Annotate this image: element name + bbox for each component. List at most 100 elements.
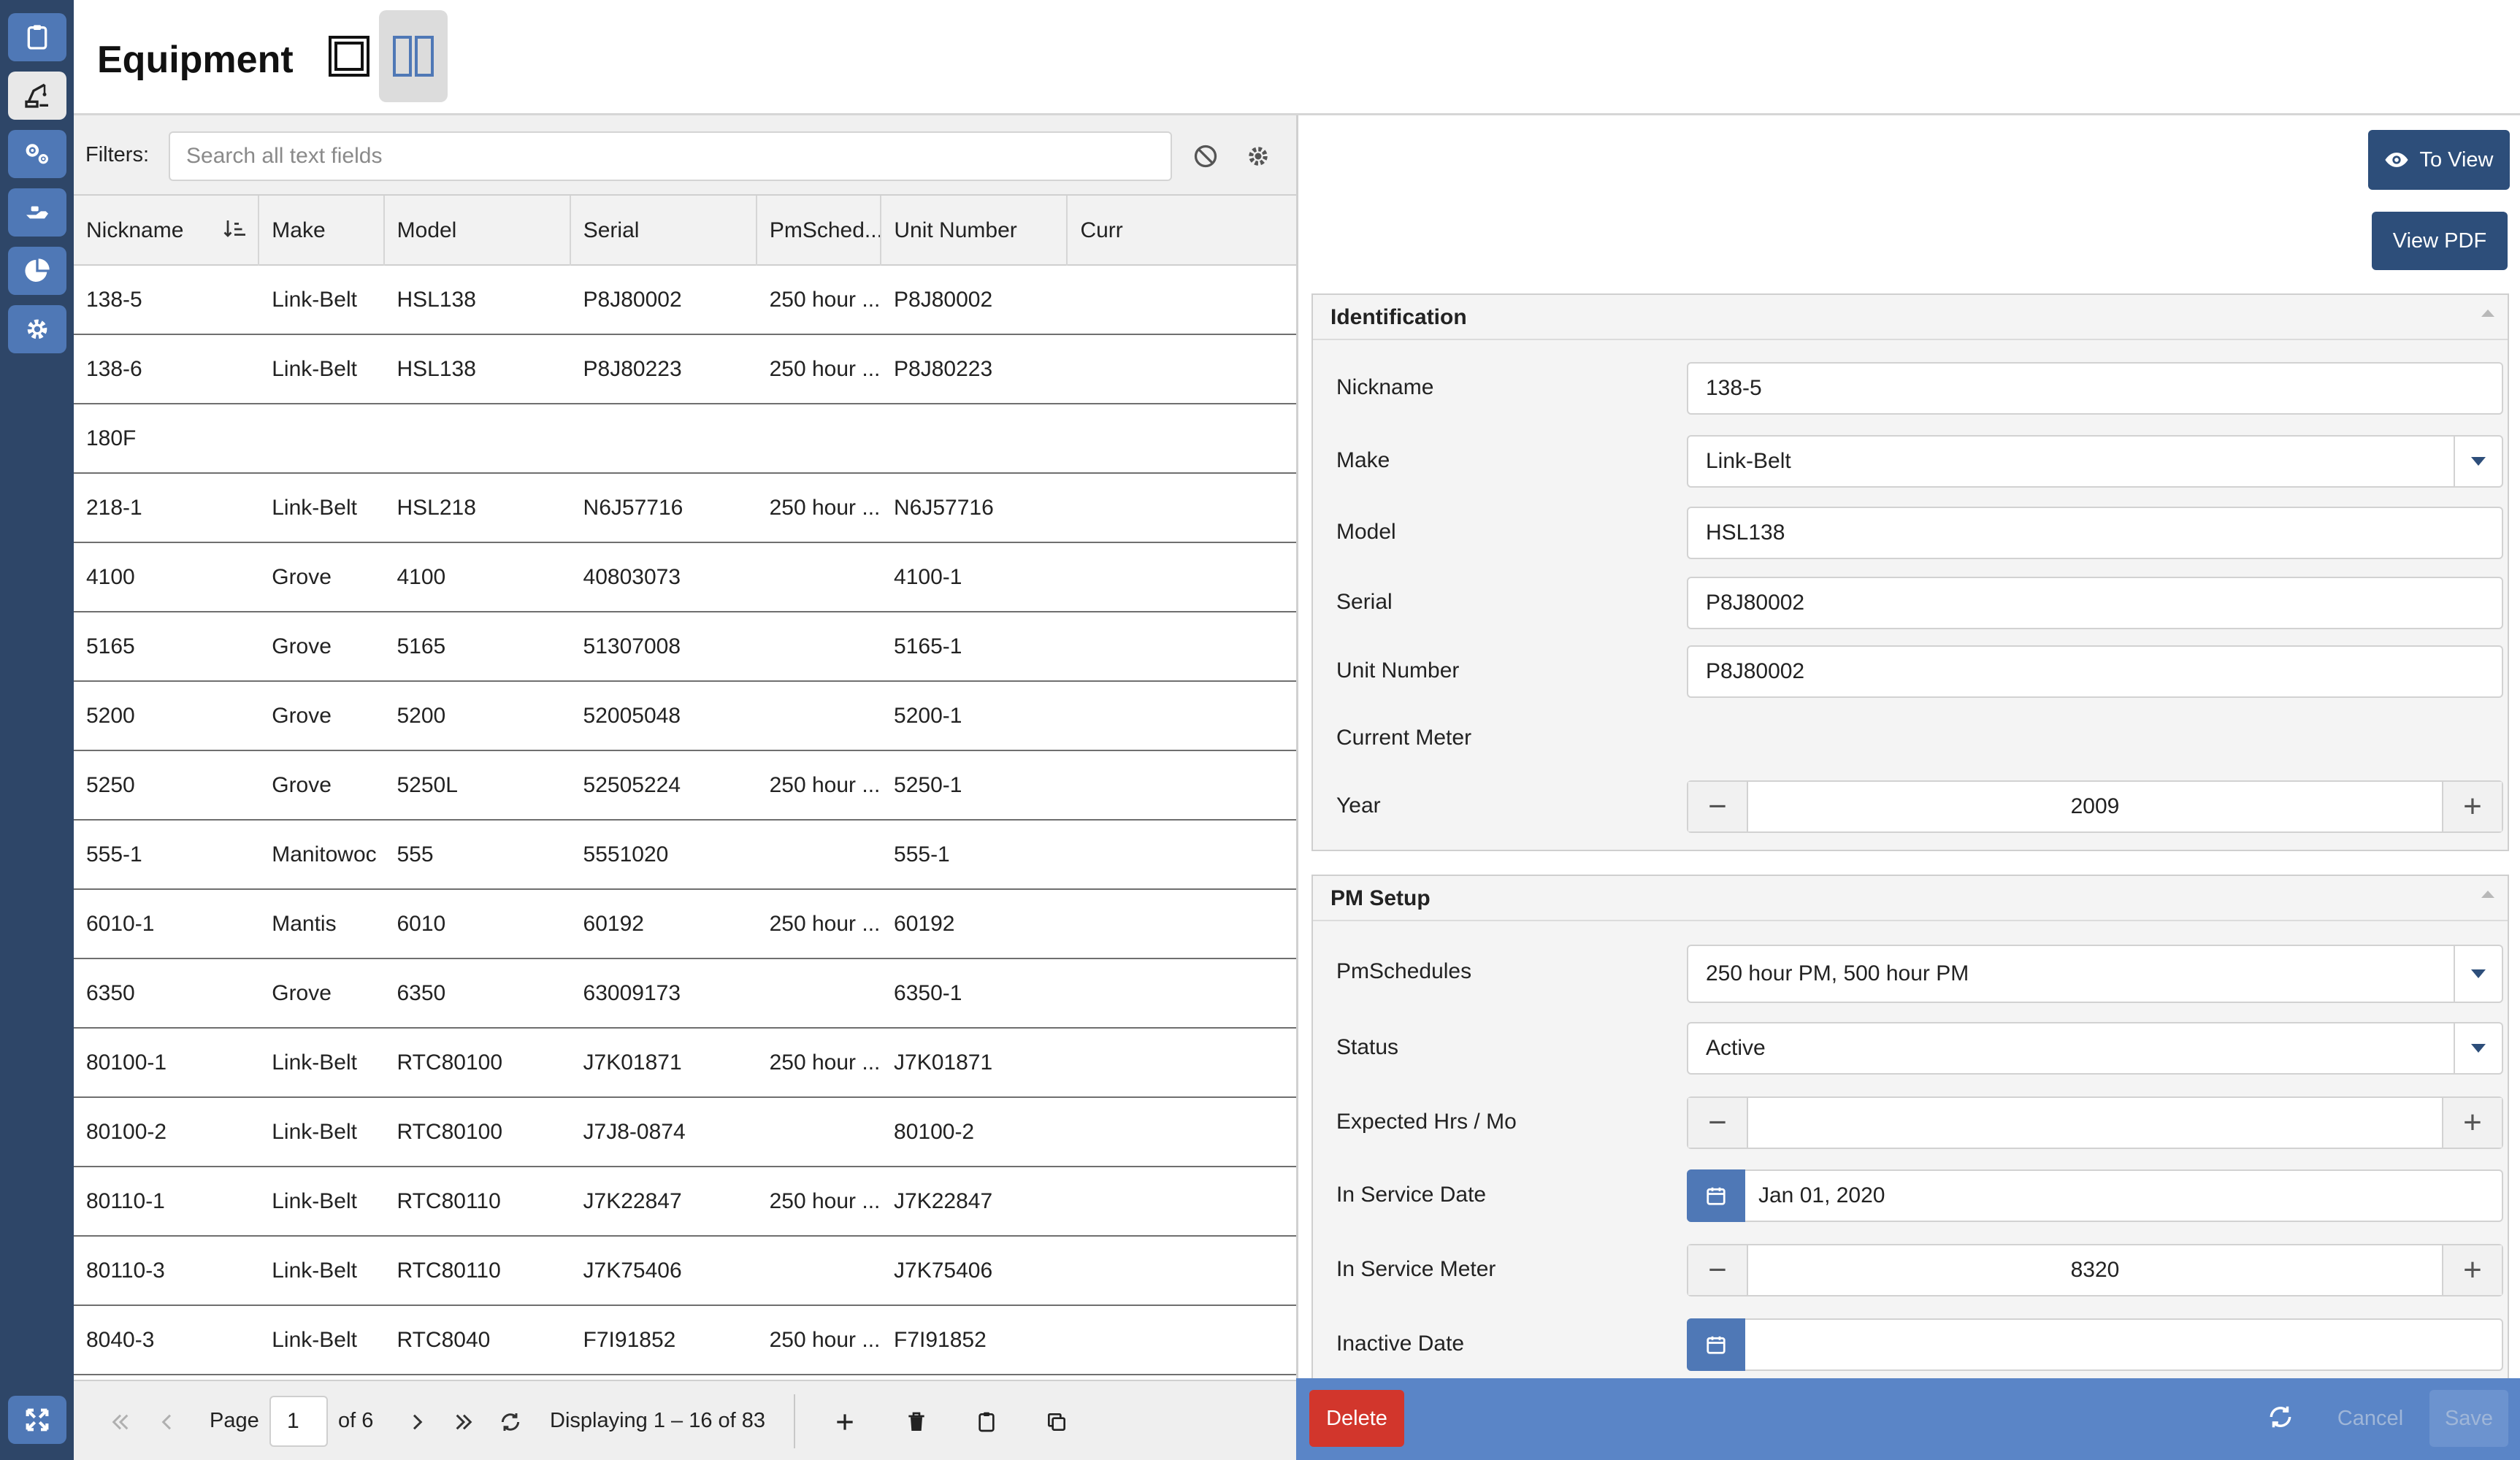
column-header-make[interactable]: Make [259,196,385,266]
copy-record-button[interactable] [1042,1407,1071,1437]
cell-unit-number: 5250-1 [894,773,962,797]
in-service-meter-increment-button[interactable]: + [2442,1245,2502,1295]
split-view-button[interactable] [379,10,448,102]
serial-field[interactable]: P8J80002 [1687,577,2503,629]
column-header-model[interactable]: Model [385,196,571,266]
prev-page-button[interactable] [153,1407,182,1437]
cell-pmschedules: 250 hour ... [769,773,881,797]
column-header-unit-number[interactable]: Unit Number [881,196,1068,266]
table-row[interactable]: 6010-1 Mantis 6010 60192 250 hour ... 60192 [74,890,1296,959]
table-row[interactable]: 80100-2 Link-Belt RTC80100 J7J8-0874 80100-2 [74,1098,1296,1167]
page-count-label: of 6 [338,1409,374,1432]
settings-icon [27,319,47,339]
table-row[interactable]: 8040-3 Link-Belt RTC8040 F7I91852 250 hour .… [74,1306,1296,1375]
table-row[interactable]: 80110-3 Link-Belt RTC80110 J7K75406 J7K75406 [74,1237,1296,1306]
cell-unit-number: 5165-1 [894,634,962,658]
view-pdf-button[interactable]: View PDF [2372,212,2508,270]
save-button[interactable]: Save [2429,1390,2508,1447]
next-page-button[interactable] [402,1407,432,1437]
table-row[interactable]: 218-1 Link-Belt HSL218 N6J57716 250 hour ...… [74,474,1296,543]
in-service-meter-value[interactable]: 8320 [1748,1245,2442,1295]
status-select[interactable]: Active [1687,1022,2503,1075]
model-label: Model [1336,520,1396,544]
nickname-field[interactable]: 138-5 [1687,362,2503,415]
unit-number-field[interactable]: P8J80002 [1687,645,2503,698]
in-service-date-picker-button[interactable] [1687,1169,1745,1222]
rail-gears-button[interactable] [8,130,66,178]
inactive-date-picker-button[interactable] [1687,1318,1745,1371]
make-dropdown-button[interactable] [2454,437,2502,486]
year-value[interactable]: 2009 [1748,782,2442,831]
model-field[interactable]: HSL138 [1687,507,2503,559]
table-row[interactable]: 6350 Grove 6350 63009173 6350-1 [74,959,1296,1029]
table-row[interactable]: 80110-1 Link-Belt RTC80110 J7K22847 250 hour… [74,1167,1296,1237]
table-row[interactable]: 5250 Grove 5250L 52505224 250 hour ... 5250-1 [74,751,1296,821]
clipboard-button[interactable] [972,1407,1001,1437]
collapse-caret-icon[interactable] [2481,310,2494,317]
collapse-caret-icon[interactable] [2481,891,2494,898]
pmschedules-dropdown-button[interactable] [2454,946,2502,1002]
crane-icon [25,83,48,108]
in-service-meter-stepper: − 8320 + [1687,1244,2503,1296]
refresh-icon [2270,1406,2291,1428]
cancel-button[interactable]: Cancel [2324,1390,2416,1447]
year-increment-button[interactable]: + [2442,782,2502,831]
column-header-current-meter[interactable]: Curr [1068,196,1296,266]
make-select[interactable]: Link-Belt [1687,435,2503,488]
refresh-grid-button[interactable] [496,1407,525,1437]
in-service-date-field[interactable]: Jan 01, 2020 [1687,1169,2503,1222]
rail-clipboard-button[interactable] [8,13,66,61]
cell-model: HSL138 [397,288,476,312]
column-header-serial[interactable]: Serial [571,196,757,266]
table-row[interactable]: 138-6 Link-Belt HSL138 P8J80223 250 hour ...… [74,335,1296,404]
single-view-button[interactable] [315,10,383,102]
last-page-button[interactable] [449,1407,478,1437]
cell-current-meter [1068,959,1296,1027]
cell-nickname: 8040-3 [86,1328,155,1352]
table-row[interactable]: 138-5 Link-Belt HSL138 P8J80002 250 hour ...… [74,266,1296,335]
table-row[interactable]: 180F [74,404,1296,474]
inactive-date-field[interactable] [1687,1318,2503,1371]
sort-ascending-icon[interactable] [221,216,248,242]
rail-hand-button[interactable] [8,188,66,237]
table-row[interactable]: 5165 Grove 5165 51307008 5165-1 [74,612,1296,682]
delete-record-button[interactable] [902,1407,931,1437]
expected-hrs-value[interactable] [1748,1098,2442,1148]
expected-hrs-increment-button[interactable]: + [2442,1098,2502,1148]
table-row[interactable]: 4100 Grove 4100 40803073 4100-1 [74,543,1296,612]
rail-equipment-button[interactable] [8,72,66,120]
table-row[interactable]: 80100-1 Link-Belt RTC80100 J7K01871 250 hour… [74,1029,1296,1098]
delete-button[interactable]: Delete [1309,1390,1404,1447]
in-service-meter-decrement-button[interactable]: − [1688,1245,1748,1295]
add-record-button[interactable] [830,1407,859,1437]
column-header-nickname[interactable]: Nickname [74,196,260,266]
filter-settings-button[interactable] [1244,142,1273,171]
chevron-left-icon [161,1414,172,1430]
status-dropdown-button[interactable] [2454,1023,2502,1073]
equipment-detail-pane: To View View PDF Identification Nickname… [1296,115,2520,1460]
cell-nickname: 6350 [86,981,135,1005]
rail-settings-button[interactable] [8,305,66,353]
expected-hrs-decrement-button[interactable]: − [1688,1098,1748,1148]
cell-unit-number: F7I91852 [894,1328,987,1352]
pm-setup-panel-header[interactable]: PM Setup [1313,876,2508,921]
reload-record-button[interactable] [2264,1400,2297,1434]
year-decrement-button[interactable]: − [1688,782,1748,831]
search-input[interactable] [169,131,1172,181]
expected-hrs-stepper: − + [1687,1096,2503,1149]
cell-serial: F7I91852 [583,1328,676,1352]
cell-make: Link-Belt [272,357,357,381]
identification-panel-header[interactable]: Identification [1313,295,2508,340]
rail-charts-button[interactable] [8,247,66,295]
cell-unit-number [881,404,1068,472]
to-view-button[interactable]: To View [2368,130,2510,190]
clear-filter-button[interactable] [1191,142,1220,171]
column-header-pmschedules[interactable]: PmSched... [757,196,882,266]
rail-expand-button[interactable] [8,1396,66,1444]
first-page-button[interactable] [106,1407,135,1437]
table-row[interactable]: 555-1 Manitowoc 555 5551020 555-1 [74,821,1296,890]
pmschedules-select[interactable]: 250 hour PM, 500 hour PM [1687,945,2503,1003]
table-row[interactable]: 5200 Grove 5200 52005048 5200-1 [74,682,1296,751]
page-number-input[interactable] [269,1396,328,1447]
cell-make: Link-Belt [272,496,357,520]
